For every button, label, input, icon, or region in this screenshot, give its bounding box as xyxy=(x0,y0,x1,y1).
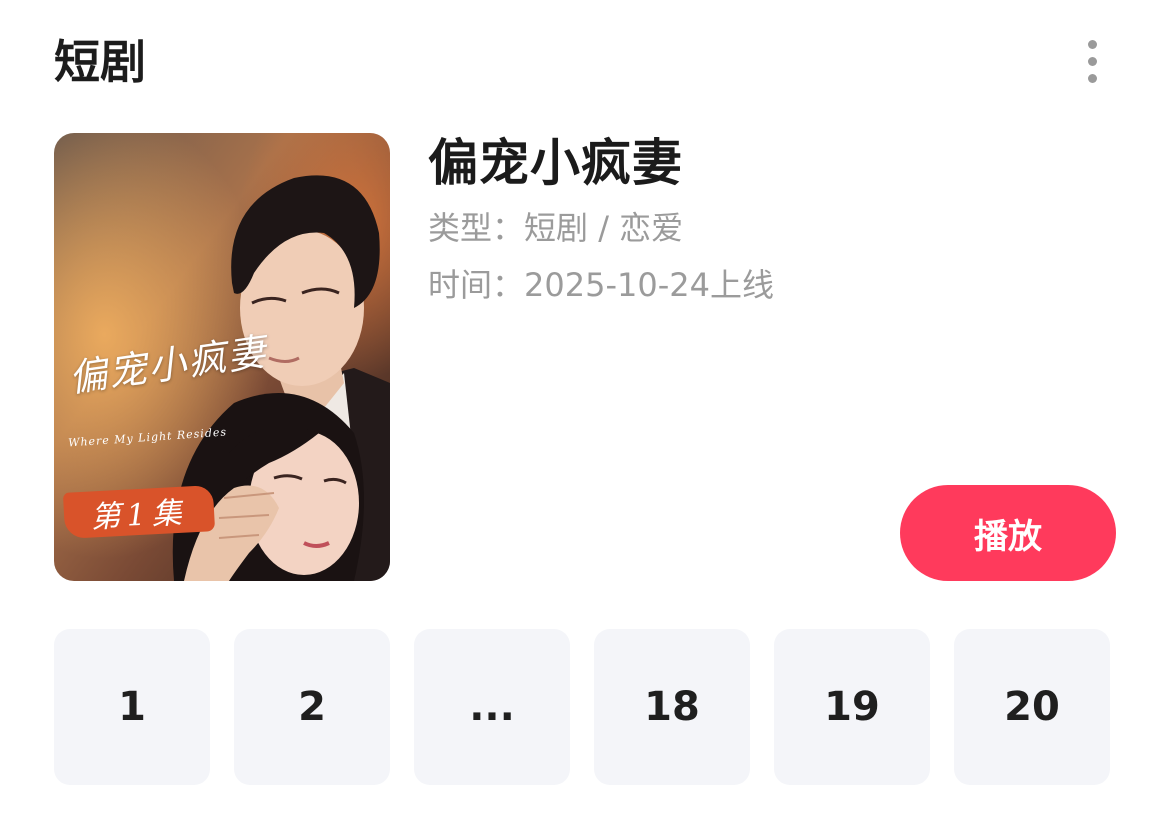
drama-release-time: 时间：2025-10-24上线 xyxy=(428,265,774,305)
drama-poster[interactable]: 偏宠小疯妻 Where My Light Resides 第1集 xyxy=(54,133,390,581)
drama-title: 偏宠小疯妻 xyxy=(428,134,683,192)
episode-button[interactable]: 19 xyxy=(774,629,930,785)
episode-button[interactable]: 1 xyxy=(54,629,210,785)
episode-more-button[interactable]: ... xyxy=(414,629,570,785)
more-dot xyxy=(1087,56,1097,66)
episode-list: 1 2 ... 18 19 20 xyxy=(54,629,1116,785)
poster-episode-tag: 第1集 xyxy=(62,485,216,539)
drama-genre: 类型：短剧 / 恋爱 xyxy=(428,208,683,248)
genre-label: 类型： xyxy=(428,209,525,247)
section-title: 短剧 xyxy=(54,35,146,89)
genre-value: 短剧 / 恋爱 xyxy=(524,209,684,247)
episode-button[interactable]: 18 xyxy=(594,629,750,785)
episode-button[interactable]: 2 xyxy=(234,629,390,785)
time-label: 时间： xyxy=(428,266,525,304)
poster-episode-tag-label: 第1集 xyxy=(89,495,189,536)
episode-button[interactable]: 20 xyxy=(954,629,1110,785)
play-button[interactable]: 播放 xyxy=(900,485,1116,581)
more-dot xyxy=(1087,73,1097,83)
more-vertical-icon xyxy=(1087,39,1097,49)
time-value: 2025-10-24上线 xyxy=(524,266,774,304)
more-options-button[interactable] xyxy=(1072,38,1112,84)
